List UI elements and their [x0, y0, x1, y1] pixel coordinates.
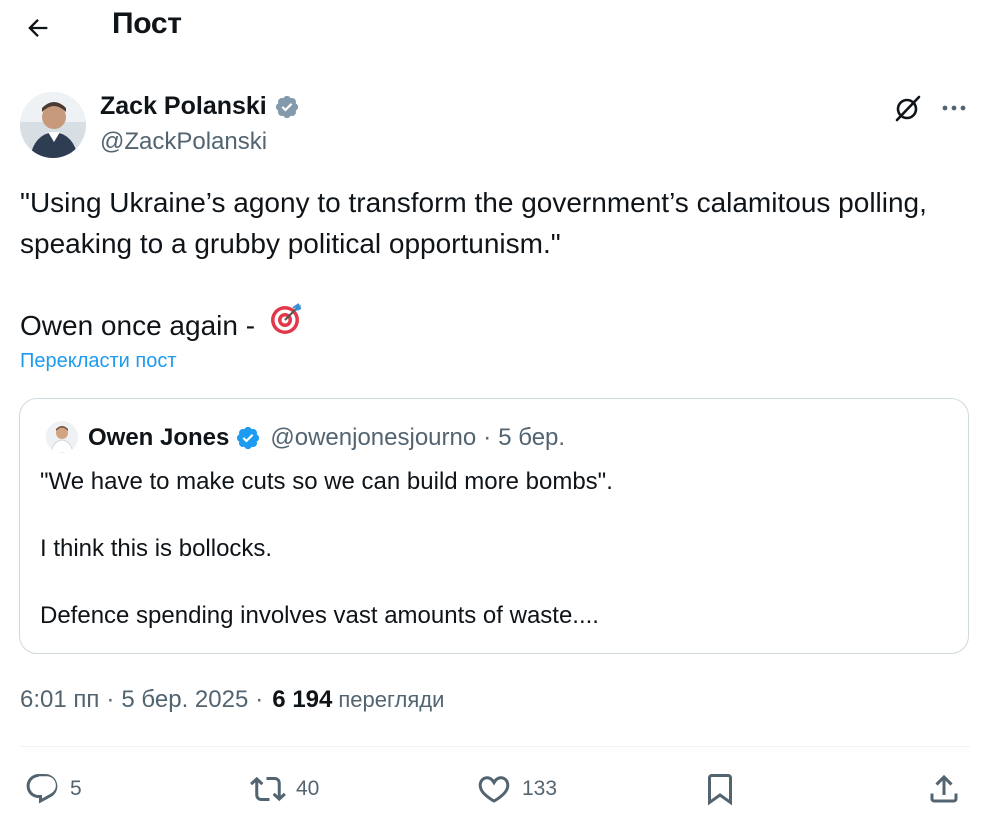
share-button[interactable] — [926, 768, 962, 810]
meta-separator: · — [106, 686, 115, 713]
post-text-comment: Owen once again - — [20, 302, 980, 350]
quote-author-handle: @owenjonesjourno — [270, 424, 477, 451]
grok-icon — [895, 95, 921, 122]
more-button[interactable] — [934, 90, 974, 126]
quote-line: "We have to make cuts so we can build mo… — [40, 468, 613, 495]
grok-button[interactable] — [890, 90, 926, 126]
like-button[interactable]: 133 — [476, 768, 557, 810]
quote-line: I think this is bollocks. — [40, 535, 273, 562]
bookmark-icon — [708, 774, 732, 806]
quote-text: "We have to make cuts so we can build mo… — [40, 465, 940, 633]
quote-line: Defence spending involves vast amounts o… — [40, 602, 599, 629]
translate-post-link[interactable]: Перекласти пост — [20, 350, 177, 373]
more-icon — [942, 105, 966, 111]
post-meta: 6:01 пп · 5 бер. 2025 · 6 194 перегляди — [20, 686, 444, 714]
post-text-comment-label: Owen once again - — [20, 310, 263, 341]
post-time[interactable]: 6:01 пп — [20, 686, 99, 714]
repost-button[interactable]: 40 — [250, 768, 319, 810]
quote-author-name: Owen Jones — [88, 424, 230, 451]
author-name-row[interactable]: Zack Polanski — [100, 92, 300, 121]
verified-badge-icon — [235, 425, 261, 451]
quote-author-avatar — [46, 421, 78, 453]
target-emoji-icon — [269, 302, 303, 347]
page-title: Пост — [112, 7, 182, 40]
verified-badge-icon[interactable] — [274, 94, 300, 120]
post-text-quote: "Using Ukraine’s agony to transform the … — [20, 187, 927, 259]
author-handle[interactable]: @ZackPolanski — [100, 128, 267, 156]
reply-button[interactable]: 5 — [24, 768, 82, 810]
views-label: перегляди — [338, 687, 445, 712]
quote-separator: · — [483, 424, 492, 451]
reply-icon — [26, 774, 58, 804]
share-icon — [930, 774, 958, 803]
quoted-post-card[interactable]: Owen Jones @owenjonesjourno · 5 бер. "We… — [19, 398, 969, 654]
author-name[interactable]: Zack Polanski — [100, 92, 267, 121]
post-date[interactable]: 5 бер. 2025 — [121, 686, 248, 714]
views-count: 6 194 — [272, 686, 333, 713]
repost-count: 40 — [296, 777, 320, 800]
author-avatar[interactable] — [20, 92, 86, 158]
quote-date: 5 бер. — [498, 424, 566, 451]
like-count: 133 — [522, 777, 558, 800]
like-icon — [478, 776, 510, 803]
bookmark-button[interactable] — [702, 768, 738, 810]
post-text: "Using Ukraine’s agony to transform the … — [20, 182, 980, 350]
quote-header: Owen Jones @owenjonesjourno · 5 бер. — [88, 424, 565, 452]
back-button[interactable] — [18, 8, 58, 48]
meta-separator: · — [255, 686, 264, 713]
divider — [20, 746, 970, 747]
reply-count: 5 — [70, 777, 82, 800]
arrow-left-icon — [28, 19, 48, 37]
repost-icon — [250, 776, 286, 802]
top-bar: Пост — [0, 0, 1000, 56]
